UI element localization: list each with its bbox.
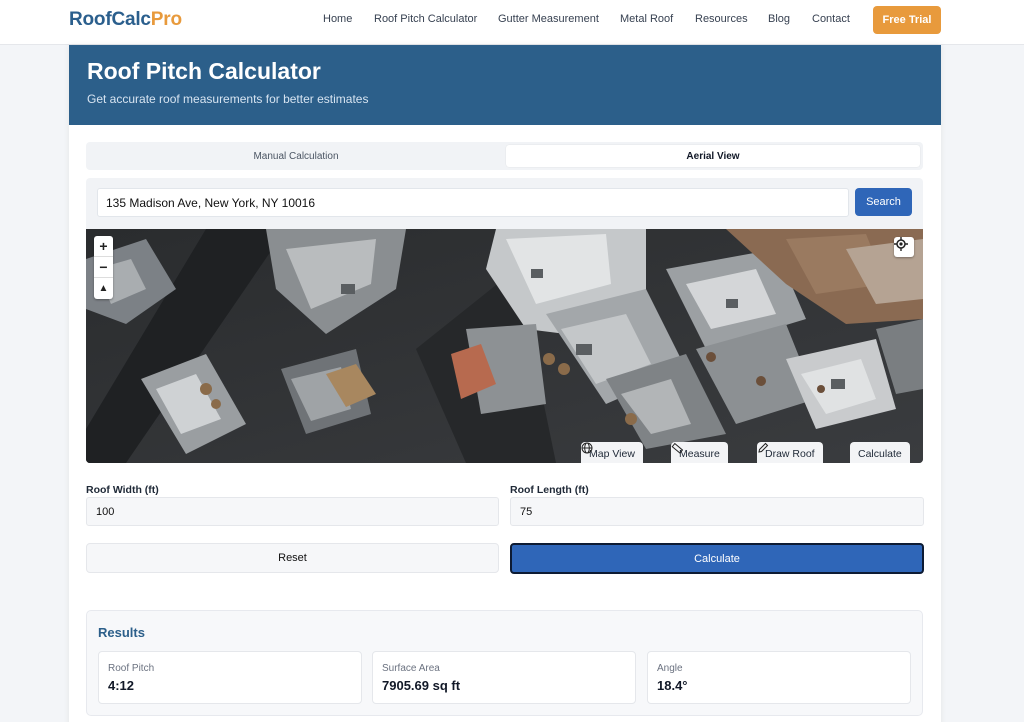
roof-width-label: Roof Width (ft) [86,484,159,496]
pencil-icon [758,442,769,453]
map-calculate-label: Calculate [858,448,902,460]
results-heading: Results [98,625,145,640]
map-view-label: Map View [589,448,635,460]
tab-aerial-view[interactable]: Aerial View [506,145,920,167]
zoom-controls: + − ▲ [94,236,113,299]
hero-banner: Roof Pitch Calculator Get accurate roof … [69,45,941,125]
measure-label: Measure [679,448,720,460]
map-view-button[interactable]: Map View [581,442,643,463]
crosshair-icon [894,237,908,251]
nav-link-home[interactable]: Home [323,13,352,25]
aerial-map[interactable]: + − ▲ Map View Measure Draw Roof Calcula… [86,229,923,463]
roof-length-label: Roof Length (ft) [510,484,589,496]
search-button[interactable]: Search [855,188,912,216]
address-input[interactable] [97,188,849,217]
result-surface-area: Surface Area 7905.69 sq ft [372,651,636,704]
map-calculate-button[interactable]: Calculate [850,442,910,463]
address-search-bar: Search [86,178,923,230]
nav-link-resources[interactable]: Resources [695,13,748,25]
results-panel: Results Roof Pitch 4:12 Surface Area 790… [86,610,923,716]
reset-button[interactable]: Reset [86,543,499,573]
result-label: Surface Area [382,663,440,674]
ruler-icon [671,442,683,454]
mode-tabs: Manual Calculation Aerial View [86,142,923,170]
nav-link-contact[interactable]: Contact [812,13,850,25]
aerial-imagery [86,229,923,463]
result-roof-pitch: Roof Pitch 4:12 [98,651,362,704]
result-label: Angle [657,663,683,674]
locate-button[interactable] [894,237,914,257]
zoom-out-button[interactable]: − [94,257,113,278]
result-value: 18.4° [657,678,688,693]
top-nav: RoofCalcPro Home Roof Pitch Calculator G… [0,0,1024,45]
result-label: Roof Pitch [108,663,155,674]
brand-logo[interactable]: RoofCalcPro [69,9,182,31]
globe-icon [581,442,593,454]
nav-link-roof-pitch-calculator[interactable]: Roof Pitch Calculator [374,13,477,25]
nav-link-blog[interactable]: Blog [768,13,790,25]
result-angle: Angle 18.4° [647,651,911,704]
measure-button[interactable]: Measure [671,442,728,463]
compass-button[interactable]: ▲ [94,278,113,299]
brand-name-first: RoofCalc [69,9,151,30]
page-subtitle: Get accurate roof measurements for bette… [87,92,369,106]
draw-roof-label: Draw Roof [765,448,815,460]
calculate-button[interactable]: Calculate [510,543,924,574]
free-trial-button[interactable]: Free Trial [873,6,941,34]
nav-link-metal-roof[interactable]: Metal Roof [620,13,673,25]
draw-roof-button[interactable]: Draw Roof [757,442,823,463]
calculator-card: Roof Pitch Calculator Get accurate roof … [69,45,941,722]
page-title: Roof Pitch Calculator [87,58,321,84]
brand-name-second: Pro [150,9,182,30]
result-value: 7905.69 sq ft [382,678,461,693]
nav-link-gutter-measurement[interactable]: Gutter Measurement [498,13,599,25]
result-value: 4:12 [108,678,135,693]
zoom-in-button[interactable]: + [94,236,113,257]
tab-manual-calculation[interactable]: Manual Calculation [89,145,503,167]
roof-width-input[interactable] [86,497,499,526]
roof-length-input[interactable] [510,497,924,526]
